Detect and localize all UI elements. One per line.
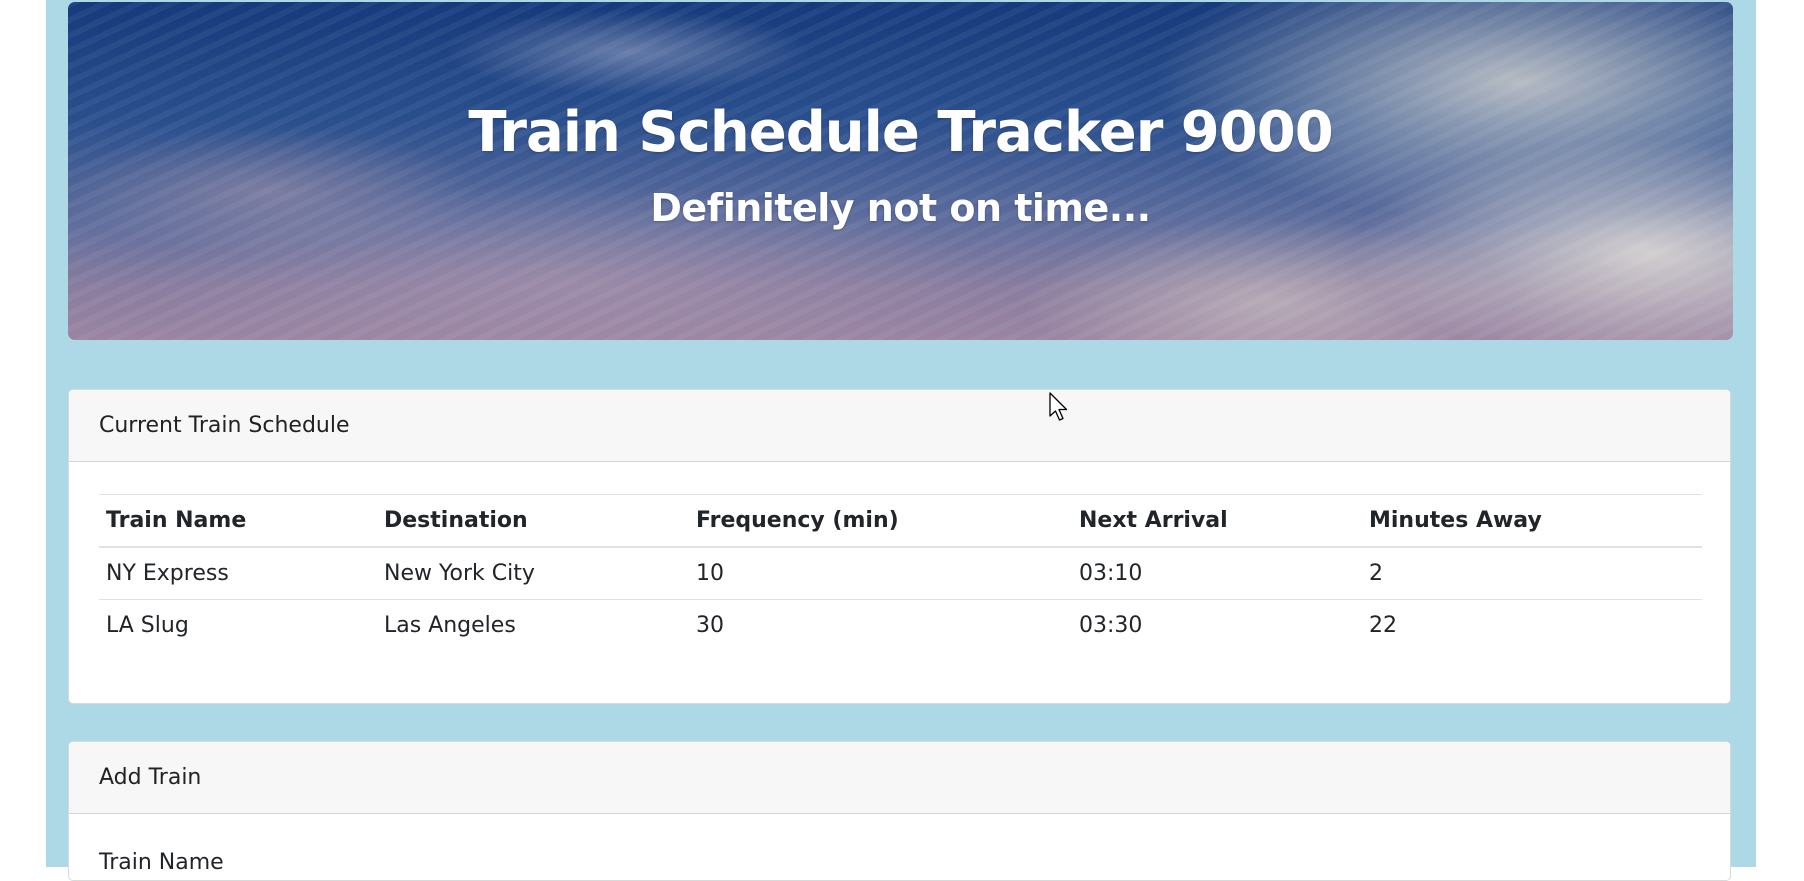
- cell-next-arrival: 03:10: [1072, 547, 1362, 600]
- cell-minutes-away: 2: [1362, 547, 1702, 600]
- column-header-destination: Destination: [377, 494, 689, 548]
- schedule-card-header: Current Train Schedule: [69, 390, 1730, 462]
- cell-train-name: LA Slug: [106, 613, 189, 638]
- cell-train-name: NY Express: [99, 547, 377, 600]
- page-subtitle: Definitely not on time...: [650, 186, 1151, 230]
- cell-next-arrival: 03:30: [1079, 613, 1143, 638]
- page-title: Train Schedule Tracker 9000: [468, 100, 1333, 165]
- mouse-pointer-icon: [1049, 392, 1068, 421]
- column-header-next-arrival: Next Arrival: [1072, 494, 1362, 548]
- column-header-train-name: Train Name: [99, 494, 377, 548]
- cell-destination: New York City: [377, 547, 689, 600]
- table-row: LA Slug Las Angeles 30 03:30 22: [99, 600, 1702, 652]
- page-container: Train Schedule Tracker 9000 Definitely n…: [46, 0, 1756, 881]
- schedule-table: Train Name Destination Frequency (min) N…: [99, 494, 1702, 651]
- add-train-card-header: Add Train: [69, 742, 1730, 814]
- schedule-card: Current Train Schedule Train Name Destin…: [68, 389, 1731, 704]
- cell-minutes-away: 22: [1369, 613, 1397, 638]
- train-name-label: Train Name: [99, 850, 224, 875]
- cell-frequency: 10: [689, 547, 1072, 600]
- cell-destination: Las Angeles: [384, 613, 516, 638]
- column-header-minutes-away: Minutes Away: [1362, 494, 1702, 548]
- table-row: NY Express New York City 10 03:10 2: [99, 547, 1702, 600]
- cell-frequency: 30: [696, 613, 724, 638]
- table-header-row: Train Name Destination Frequency (min) N…: [99, 494, 1702, 548]
- add-train-card: Add Train Train Name: [68, 741, 1731, 881]
- hero-banner: Train Schedule Tracker 9000 Definitely n…: [68, 2, 1733, 340]
- column-header-frequency: Frequency (min): [689, 494, 1072, 548]
